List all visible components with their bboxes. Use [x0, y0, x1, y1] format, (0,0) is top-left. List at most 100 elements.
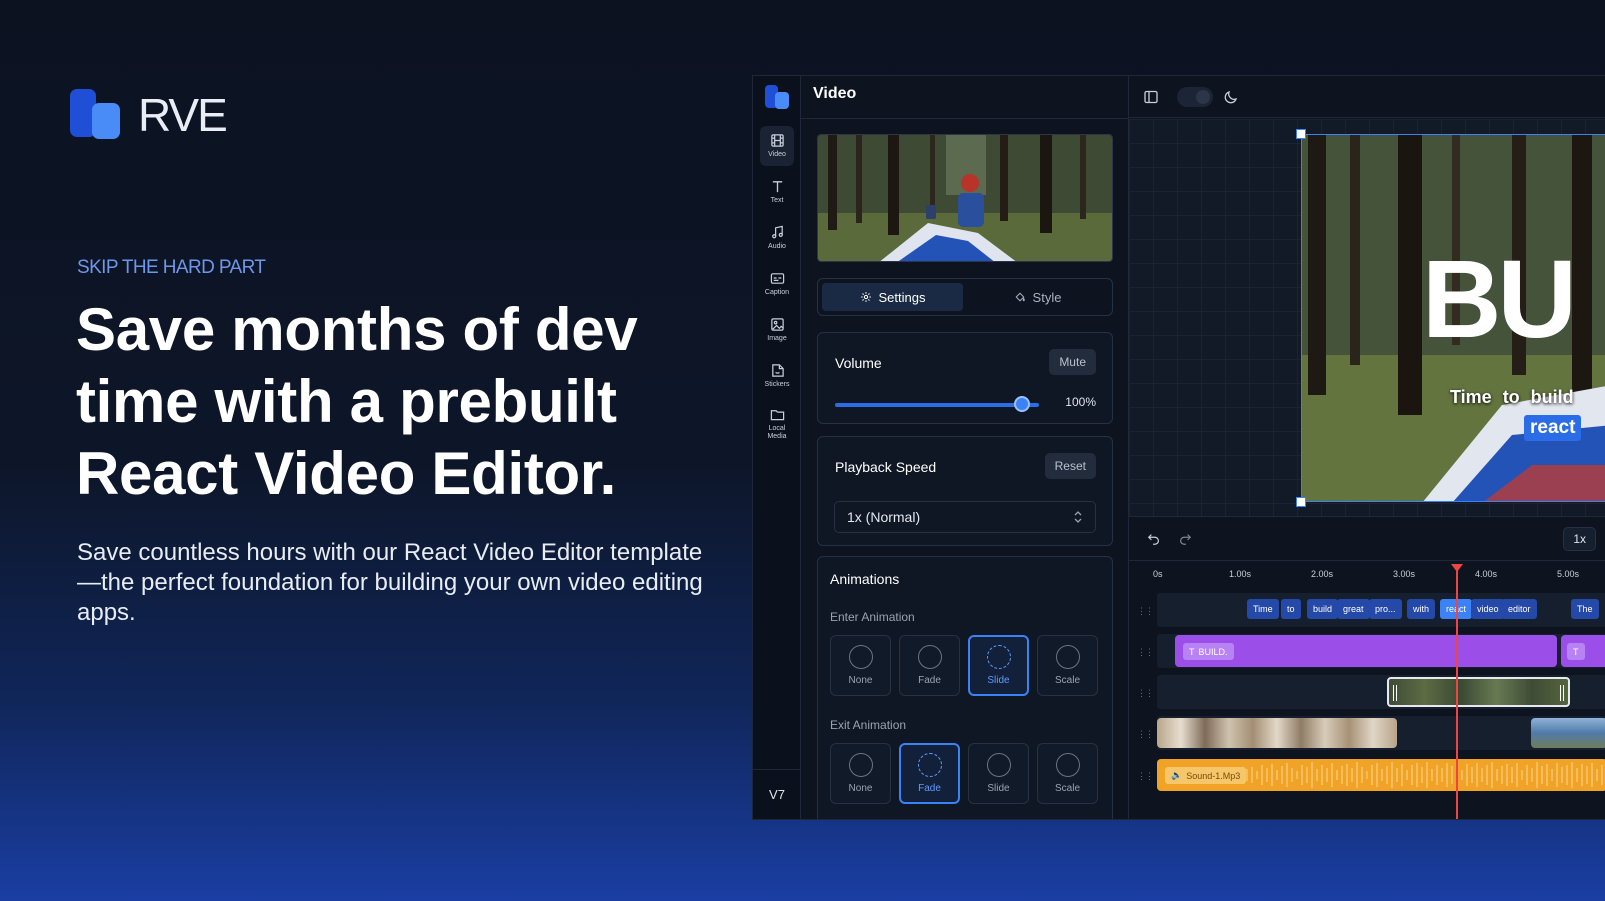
volume-card: Volume Mute 100% — [817, 332, 1113, 424]
text-clip[interactable]: T BUILD. — [1175, 635, 1557, 667]
playback-speed-select[interactable]: 1x (Normal) — [834, 501, 1096, 533]
video-settings-panel: Video Settings Style Volume Mute 100% Pl… — [801, 76, 1129, 819]
moon-icon[interactable] — [1223, 89, 1239, 105]
option-label: Scale — [1054, 783, 1080, 794]
sidebar-item-label: Local Media — [767, 425, 787, 440]
option-label: Fade — [918, 783, 941, 794]
music-icon — [771, 225, 783, 239]
caption-word-clip[interactable]: great — [1337, 599, 1370, 619]
video-clip-selected[interactable] — [1387, 677, 1570, 707]
text-type-icon: T — [1189, 646, 1195, 657]
preview-caption-line: Time to build — [1450, 387, 1574, 407]
circle-icon — [1055, 753, 1080, 777]
caption-track[interactable]: Time to build great pro... with react vi… — [1157, 593, 1605, 627]
playback-speed-label: Playback Speed — [835, 459, 937, 475]
select-value: 1x (Normal) — [847, 509, 921, 525]
caption-word-clip[interactable]: build — [1307, 599, 1339, 619]
preview-big-text: BU — [1422, 238, 1577, 361]
circle-icon — [848, 645, 873, 669]
landscape-clip[interactable] — [1531, 718, 1605, 748]
timeline-speed-chip[interactable]: 1x — [1563, 527, 1596, 551]
sidebar-item-audio[interactable]: Audio — [760, 218, 794, 258]
video-thumbnail[interactable] — [817, 134, 1113, 262]
caption-word-clip[interactable]: with — [1407, 599, 1436, 619]
volume-value: 100% — [1065, 395, 1096, 409]
volume-slider[interactable] — [835, 403, 1039, 407]
playhead[interactable] — [1451, 564, 1463, 819]
sidebar-item-label: Audio — [768, 243, 786, 250]
trim-handle-right[interactable] — [1560, 685, 1564, 701]
drag-handle-icon[interactable]: ⋮⋮ — [1137, 606, 1154, 617]
drag-handle-icon[interactable]: ⋮⋮ — [1137, 688, 1154, 699]
exit-option-scale[interactable]: Scale — [1037, 743, 1098, 804]
enter-option-scale[interactable]: Scale — [1037, 635, 1098, 696]
eyebrow-text: SKIP THE HARD PART — [77, 257, 266, 278]
trim-handle-left[interactable] — [1393, 685, 1397, 701]
text-track[interactable]: T BUILD. T — [1157, 634, 1605, 668]
hero-section: RVE SKIP THE HARD PART Save months of de… — [0, 0, 740, 901]
caption-word-clip[interactable]: pro... — [1369, 599, 1402, 619]
logo-mark-icon — [70, 89, 122, 141]
broll-track[interactable] — [1157, 716, 1605, 750]
text-clip[interactable]: T — [1561, 635, 1605, 667]
gear-icon — [860, 292, 871, 302]
sidebar-item-text[interactable]: Text — [760, 172, 794, 212]
paint-bucket-icon — [1015, 292, 1025, 302]
drag-handle-icon[interactable]: ⋮⋮ — [1137, 729, 1154, 740]
tab-style[interactable]: Style — [967, 283, 1108, 311]
animations-card: Animations Enter Animation None Fade Sli… — [817, 556, 1113, 819]
volume-slider-handle[interactable] — [1014, 396, 1030, 412]
playback-speed-card: Playback Speed Reset 1x (Normal) — [817, 436, 1113, 546]
redo-icon[interactable] — [1178, 532, 1192, 546]
sidebar-item-caption[interactable]: Caption — [760, 264, 794, 304]
sidebar-item-stickers[interactable]: Stickers — [760, 356, 794, 396]
sidebar-toggle-icon[interactable] — [1143, 89, 1159, 105]
enter-animation-options: None Fade Slide Scale — [830, 635, 1098, 696]
drag-handle-icon[interactable]: ⋮⋮ — [1137, 647, 1154, 658]
video-track[interactable] — [1157, 675, 1605, 709]
audio-clip[interactable]: 🔈 Sound-1.Mp3 — [1157, 759, 1605, 791]
theme-toggle[interactable] — [1177, 86, 1213, 107]
reset-button[interactable]: Reset — [1044, 453, 1096, 479]
caption-word-clip[interactable]: Time — [1247, 599, 1279, 619]
enter-option-none[interactable]: None — [830, 635, 891, 696]
dashed-circle-icon — [917, 753, 942, 777]
exit-option-fade[interactable]: Fade — [899, 743, 960, 804]
text-clip-label: T — [1567, 643, 1585, 660]
caption-word-clip[interactable]: editor — [1502, 599, 1537, 619]
tab-label: Settings — [878, 289, 926, 305]
caption-word-clip[interactable]: video — [1471, 599, 1505, 619]
preview-canvas[interactable]: BU Time to build react — [1129, 119, 1605, 516]
text-icon — [772, 181, 782, 193]
enter-animation-label: Enter Animation — [830, 610, 915, 624]
sidebar-item-video[interactable]: Video — [760, 126, 794, 166]
undo-icon[interactable] — [1147, 532, 1161, 546]
tab-settings[interactable]: Settings — [822, 283, 963, 311]
enter-option-slide[interactable]: Slide — [968, 635, 1029, 696]
workspace-toolbar — [1129, 76, 1605, 118]
ruler-tick: 5.00s — [1557, 569, 1580, 579]
sidebar-item-image[interactable]: Image — [760, 310, 794, 350]
exit-option-slide[interactable]: Slide — [968, 743, 1029, 804]
audio-track[interactable]: 🔈 Sound-1.Mp3 — [1157, 758, 1605, 792]
brand-logo: RVE — [70, 88, 228, 142]
text-clip-name: BUILD. — [1198, 646, 1228, 657]
enter-option-fade[interactable]: Fade — [899, 635, 960, 696]
drag-handle-icon[interactable]: ⋮⋮ — [1137, 771, 1154, 782]
resize-handle[interactable] — [1296, 129, 1306, 139]
sidebar-item-local-media[interactable]: Local Media — [760, 402, 794, 446]
circle-icon — [986, 753, 1011, 777]
exit-option-none[interactable]: None — [830, 743, 891, 804]
editor-workspace: BU Time to build react 1x 0s 1.00s 2.00s… — [1129, 76, 1605, 819]
sidebar-item-label: Video — [768, 151, 786, 158]
volume-label: Volume — [835, 355, 882, 371]
text-clip-label: T BUILD. — [1183, 643, 1234, 660]
beach-clip[interactable] — [1157, 718, 1397, 748]
resize-handle[interactable] — [1296, 497, 1306, 507]
circle-icon — [848, 753, 873, 777]
option-label: None — [848, 675, 873, 686]
mute-button[interactable]: Mute — [1049, 349, 1096, 375]
caption-word-clip[interactable]: to — [1281, 599, 1301, 619]
caption-word-clip[interactable]: The — [1571, 599, 1599, 619]
video-preview-frame[interactable]: BU Time to build react — [1301, 134, 1605, 502]
